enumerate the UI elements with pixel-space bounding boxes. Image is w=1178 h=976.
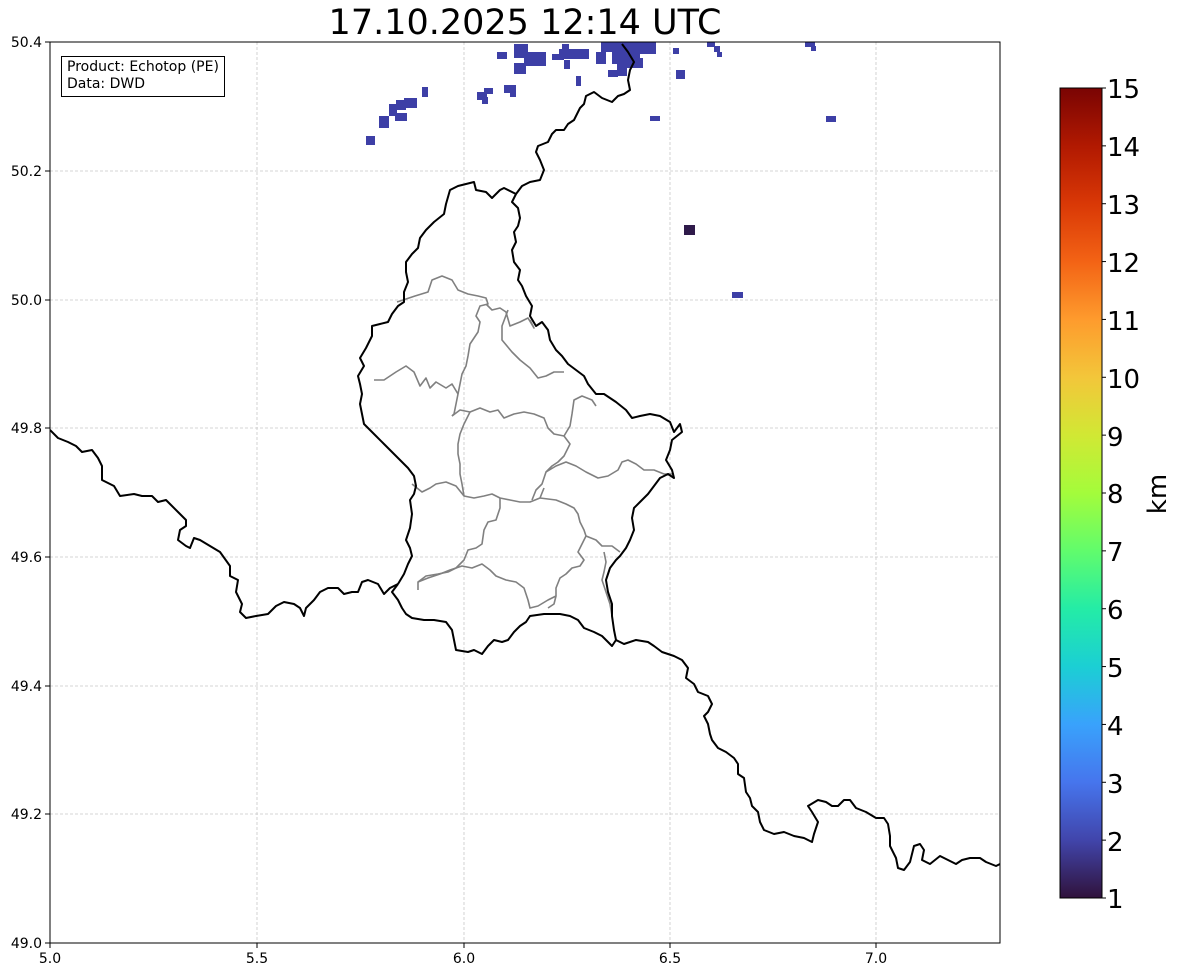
echo-cell xyxy=(650,116,660,121)
echo-cell xyxy=(484,88,493,94)
colorbar-unit-label: km xyxy=(1143,474,1173,514)
echo-cell xyxy=(395,113,407,121)
echo-cell xyxy=(640,42,656,54)
colorbar-tick-label: 12 xyxy=(1107,249,1140,279)
colorbar-tick-label: 4 xyxy=(1107,712,1124,742)
echo-cell xyxy=(826,116,836,122)
x-tick-label: 6.5 xyxy=(659,951,681,967)
colorbar-tick-label: 11 xyxy=(1107,307,1140,337)
colorbar-tick-label: 9 xyxy=(1107,423,1124,453)
colorbar-tick-label: 2 xyxy=(1107,828,1124,858)
echo-cell xyxy=(564,60,570,69)
y-tick-label: 49.6 xyxy=(11,550,42,566)
y-tick-label: 49.4 xyxy=(11,679,42,695)
echo-cell xyxy=(482,97,488,104)
echo-cell xyxy=(732,292,743,298)
colorbar-tick-label: 15 xyxy=(1107,75,1140,105)
y-tick-label: 49.0 xyxy=(11,936,42,952)
echo-cell xyxy=(514,63,526,74)
colorbar-tick-label: 5 xyxy=(1107,654,1124,684)
x-tick-label: 5.5 xyxy=(246,951,268,967)
x-tick-label: 6.0 xyxy=(453,951,475,967)
data-source-label: Data: DWD xyxy=(67,76,145,92)
echo-cell xyxy=(497,52,507,59)
colorbar-tick-label: 10 xyxy=(1107,365,1140,395)
echo-cell xyxy=(811,46,816,51)
colorbar-tick-label: 13 xyxy=(1107,191,1140,221)
product-label: Product: Echotop (PE) xyxy=(67,59,219,75)
echo-cell xyxy=(617,64,627,76)
product-info-box: Product: Echotop (PE) Data: DWD xyxy=(61,56,225,97)
echo-cell xyxy=(404,98,417,108)
echo-cell xyxy=(673,48,679,54)
echo-cell xyxy=(422,87,428,97)
echo-cell xyxy=(707,42,715,47)
colorbar-tick-label: 14 xyxy=(1107,133,1140,163)
echo-cell xyxy=(379,116,389,128)
x-tick-label: 5.0 xyxy=(39,951,61,967)
echo-cell xyxy=(510,90,516,97)
echo-cell xyxy=(676,70,685,79)
echo-cell xyxy=(608,70,618,77)
colorbar-tick-label: 7 xyxy=(1107,538,1124,568)
echo-cell xyxy=(366,136,375,145)
colorbar-scale xyxy=(1059,87,1103,899)
echo-cell xyxy=(714,46,720,52)
echo-cell xyxy=(524,52,546,66)
y-tick-label: 50.4 xyxy=(11,35,42,51)
y-tick-label: 50.2 xyxy=(11,164,42,180)
colorbar: 15 14 13 12 11 10 9 8 7 6 5 4 3 2 1 km xyxy=(1059,75,1173,915)
y-tick-label: 49.2 xyxy=(11,807,42,823)
y-tick-label: 50.0 xyxy=(11,293,42,309)
echo-cell xyxy=(601,42,613,52)
map-figure: 5.0 5.5 6.0 6.5 7.0 50.4 50.2 50.0 49.8 … xyxy=(11,35,1173,967)
echo-cell-strong xyxy=(684,225,695,235)
echo-cell xyxy=(596,52,606,64)
colorbar-tick-label: 1 xyxy=(1107,885,1124,915)
x-tick-label: 7.0 xyxy=(865,951,887,967)
colorbar-tick-label: 3 xyxy=(1107,770,1124,800)
echo-cell xyxy=(576,76,581,86)
colorbar-ticks xyxy=(1102,87,1106,899)
echo-cell xyxy=(717,52,722,57)
colorbar-tick-label: 8 xyxy=(1107,480,1124,510)
colorbar-tick-label: 6 xyxy=(1107,596,1124,626)
echo-cell xyxy=(559,49,589,59)
y-tick-label: 49.8 xyxy=(11,421,42,437)
